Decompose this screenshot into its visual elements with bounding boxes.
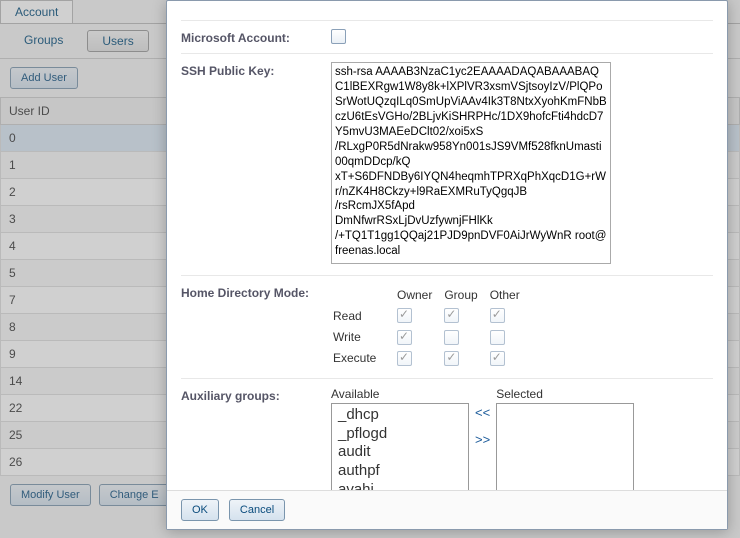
label-aux-groups: Auxiliary groups: [181,387,331,490]
move-left-button[interactable]: << [475,405,490,420]
list-item[interactable]: _pflogd [338,425,462,444]
label-ms-account: Microsoft Account: [181,29,331,45]
perm-col-group: Group [444,286,487,304]
permissions-grid: Owner Group Other Read Write [331,284,532,370]
label-home-dir-mode: Home Directory Mode: [181,284,331,370]
label-ssh-key: SSH Public Key: [181,62,331,267]
perm-row-write: Write [333,327,395,346]
selected-groups-list[interactable] [496,403,634,490]
perm-execute-owner[interactable] [397,351,412,366]
ms-account-checkbox[interactable] [331,29,346,44]
perm-row-execute: Execute [333,349,395,368]
list-item[interactable]: audit [338,443,462,462]
perm-col-owner: Owner [397,286,442,304]
ssh-public-key-input[interactable] [331,62,611,264]
ok-button[interactable]: OK [181,499,219,521]
list-item[interactable]: _dhcp [338,406,462,425]
cancel-button[interactable]: Cancel [229,499,285,521]
perm-col-other: Other [490,286,530,304]
list-item[interactable]: avahi [338,481,462,490]
edit-user-modal: Microsoft Account: SSH Public Key: Home … [166,0,728,530]
available-groups-list[interactable]: _dhcp_pflogdauditauthpfavahibin [331,403,469,490]
perm-execute-other[interactable] [490,351,505,366]
perm-read-other[interactable] [490,308,505,323]
perm-write-group[interactable] [444,330,459,345]
perm-read-group[interactable] [444,308,459,323]
perm-execute-group[interactable] [444,351,459,366]
available-label: Available [331,387,469,401]
perm-read-owner[interactable] [397,308,412,323]
perm-write-owner[interactable] [397,330,412,345]
selected-label: Selected [496,387,634,401]
perm-row-read: Read [333,306,395,325]
list-item[interactable]: authpf [338,462,462,481]
perm-write-other[interactable] [490,330,505,345]
move-right-button[interactable]: >> [475,432,490,447]
